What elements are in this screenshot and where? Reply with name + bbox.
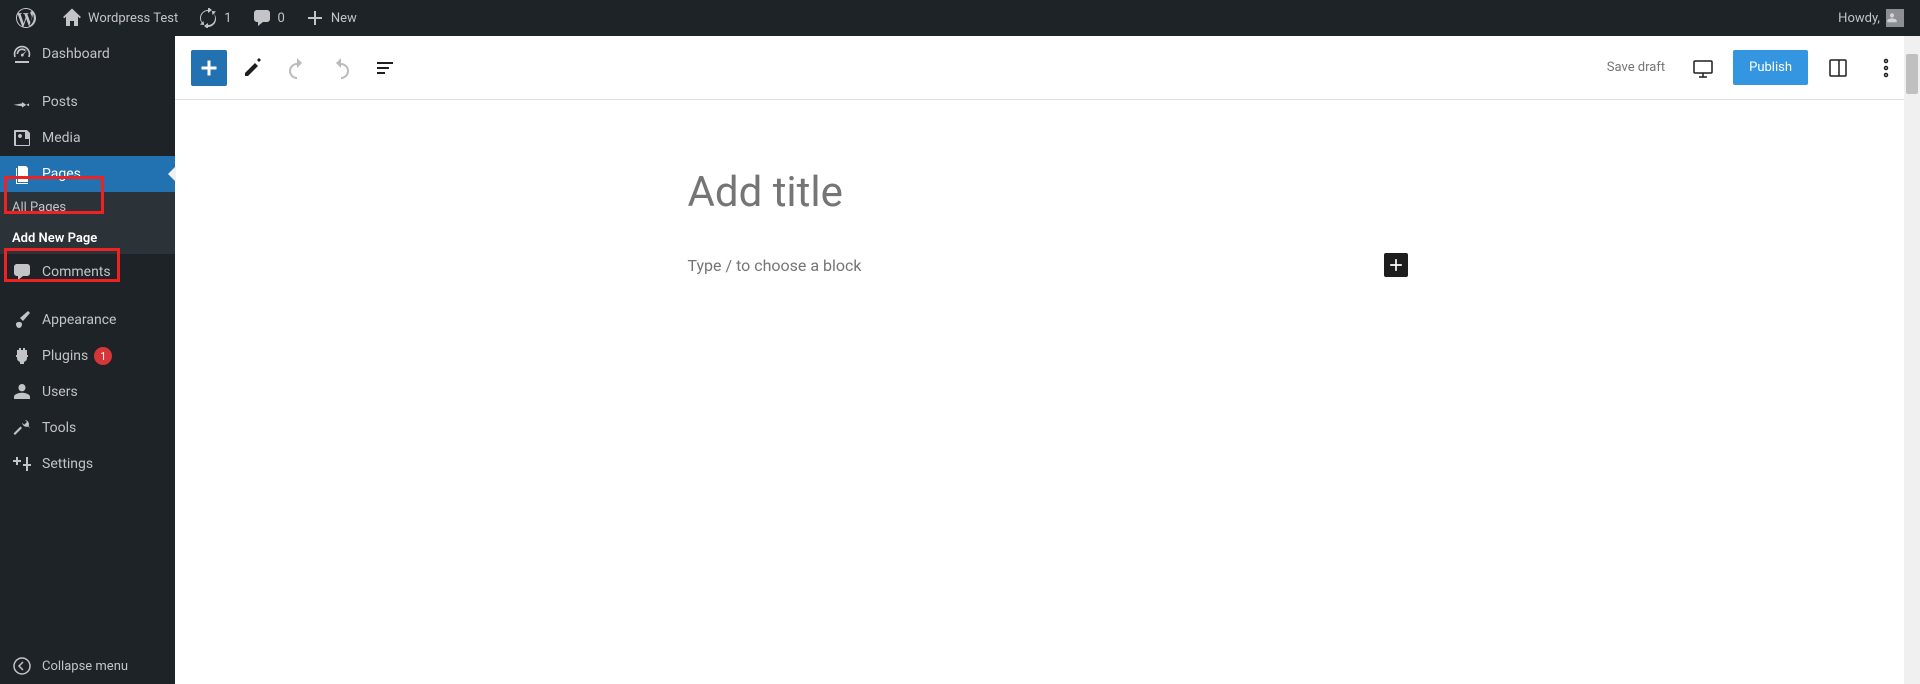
kebab-icon [1874,56,1898,80]
toggle-block-inserter-button[interactable] [191,50,227,86]
publish-button[interactable]: Publish [1733,50,1808,85]
settings-sidebar-toggle[interactable] [1820,50,1856,86]
plus-icon [305,8,325,28]
person-icon [1886,10,1898,26]
menu-label: Posts [42,94,78,110]
menu-media[interactable]: Media [0,120,175,156]
menu-label: Tools [42,420,76,436]
comments-count: 0 [278,11,285,26]
preview-button[interactable] [1685,50,1721,86]
comments-icon [12,262,32,282]
menu-label: Settings [42,456,93,472]
plugin-icon [12,346,32,366]
document-overview-button[interactable] [367,50,403,86]
undo-icon [285,56,309,80]
undo-button[interactable] [279,50,315,86]
menu-plugins[interactable]: Plugins 1 [0,338,175,374]
update-icon [198,8,218,28]
pages-submenu: All Pages Add New Page [0,192,175,254]
tools-button[interactable] [235,50,271,86]
save-draft-button[interactable]: Save draft [1599,52,1673,83]
menu-tools[interactable]: Tools [0,410,175,446]
howdy-text: Howdy, [1838,11,1880,26]
menu-appearance[interactable]: Appearance [0,302,175,338]
updates-link[interactable]: 1 [190,0,239,36]
avatar [1886,9,1904,27]
redo-button[interactable] [323,50,359,86]
menu-label: Appearance [42,312,116,328]
menu-comments[interactable]: Comments [0,254,175,290]
sidebar-icon [1826,56,1850,80]
collapse-icon [12,656,32,676]
menu-pages[interactable]: Pages [0,156,175,192]
wp-logo-menu[interactable] [8,0,50,36]
new-label: New [331,11,357,26]
site-name-text: Wordpress Test [88,11,178,26]
inline-inserter-button[interactable] [1384,253,1408,277]
desktop-icon [1691,56,1715,80]
menu-label: Collapse menu [42,659,128,674]
scrollbar-thumb[interactable] [1906,54,1918,94]
plus-icon [197,56,221,80]
menu-posts[interactable]: Posts [0,84,175,120]
pin-icon [12,92,32,112]
menu-settings[interactable]: Settings [0,446,175,482]
plus-icon [1386,255,1406,275]
new-content-link[interactable]: New [297,0,365,36]
menu-label: Users [42,384,78,400]
admin-sidebar: Dashboard Posts Media Pages All Pages Ad… [0,36,175,684]
site-name-link[interactable]: Wordpress Test [54,0,186,36]
editor-canvas: Add title Type / to choose a block [175,100,1920,684]
menu-label: Comments [42,264,111,280]
submenu-add-new-page[interactable]: Add New Page [0,223,175,254]
menu-label: Pages [42,166,81,182]
vertical-scrollbar[interactable] [1904,36,1920,684]
pencil-icon [241,56,265,80]
list-view-icon [373,56,397,80]
home-icon [62,8,82,28]
menu-dashboard[interactable]: Dashboard [0,36,175,72]
editor-toolbar: Save draft Publish [175,36,1920,100]
menu-label: Plugins [42,348,88,364]
collapse-menu[interactable]: Collapse menu [0,648,175,684]
sliders-icon [12,454,32,474]
users-icon [12,382,32,402]
menu-users[interactable]: Users [0,374,175,410]
editor-area: Save draft Publish Add title Type / to c… [175,36,1920,684]
comments-link[interactable]: 0 [244,0,293,36]
submenu-all-pages[interactable]: All Pages [0,192,175,223]
default-block-appender[interactable]: Type / to choose a block [688,256,1384,275]
menu-label: Dashboard [42,46,110,62]
media-icon [12,128,32,148]
my-account-link[interactable]: Howdy, [1830,0,1912,36]
brush-icon [12,310,32,330]
page-icon [12,164,32,184]
wrench-icon [12,418,32,438]
wordpress-icon [16,8,36,28]
dashboard-icon [12,44,32,64]
menu-label: Media [42,130,81,146]
updates-count: 1 [224,11,231,26]
comment-icon [252,8,272,28]
post-title-input[interactable]: Add title [688,160,1408,225]
plugins-badge: 1 [94,347,112,365]
options-menu-button[interactable] [1868,50,1904,86]
redo-icon [329,56,353,80]
admin-bar: Wordpress Test 1 0 New Howdy, [0,0,1920,36]
